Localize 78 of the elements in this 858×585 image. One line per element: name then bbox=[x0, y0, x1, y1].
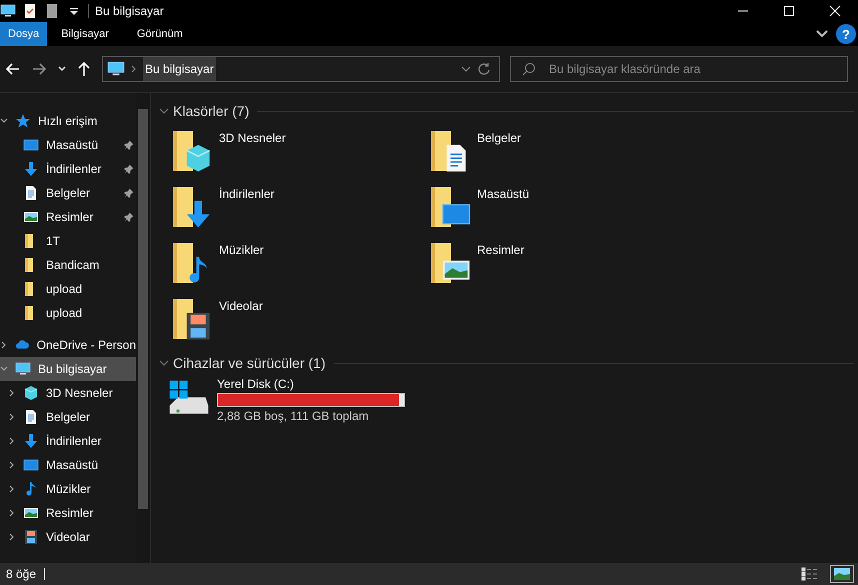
film-icon bbox=[23, 529, 39, 545]
folder-item[interactable]: 3D Nesneler bbox=[169, 127, 427, 183]
search-field[interactable]: Bu bilgisayar klasöründe ara bbox=[510, 56, 848, 82]
chevron-right-icon bbox=[131, 65, 137, 73]
help-button[interactable]: ? bbox=[836, 24, 856, 44]
chevron-icon[interactable] bbox=[8, 509, 16, 517]
drive-item[interactable]: Yerel Disk (C:) 2,88 GB boş, 111 GB toplam bbox=[159, 375, 858, 423]
tree-item[interactable]: Resimler bbox=[0, 205, 136, 229]
computer-icon bbox=[15, 361, 31, 377]
document-icon bbox=[23, 185, 39, 201]
tree-item[interactable]: Masaüstü bbox=[0, 133, 136, 157]
folder-item[interactable]: Müzikler bbox=[169, 239, 427, 295]
chevron-icon[interactable] bbox=[0, 341, 8, 349]
download-arrow-icon bbox=[23, 433, 39, 449]
up-arrow-icon[interactable] bbox=[78, 62, 90, 76]
chevron-icon[interactable] bbox=[8, 389, 16, 397]
chevron-icon[interactable] bbox=[8, 461, 16, 469]
drive-capacity: 2,88 GB boş, 111 GB toplam bbox=[217, 409, 370, 423]
download-arrow-icon bbox=[23, 161, 39, 177]
desktop-icon bbox=[23, 137, 39, 153]
tree-item[interactable]: Videolar bbox=[0, 525, 136, 549]
landscape-picture-icon bbox=[23, 505, 39, 521]
star-icon bbox=[15, 113, 31, 129]
tree-item[interactable]: İndirilenler bbox=[0, 157, 136, 181]
tree-item[interactable]: Masaüstü bbox=[0, 453, 136, 477]
folder-item[interactable]: Videolar bbox=[169, 295, 427, 351]
tree-item[interactable]: Bu bilgisayar bbox=[0, 357, 136, 381]
tree-item[interactable]: 1T bbox=[0, 229, 136, 253]
desktop-icon bbox=[23, 457, 39, 473]
tree-item[interactable]: upload bbox=[0, 301, 136, 325]
group-heading: Cihazlar ve sürücüler (1) bbox=[173, 355, 326, 371]
cube-icon bbox=[23, 385, 39, 401]
tree-item[interactable]: Hızlı erişim bbox=[0, 109, 136, 133]
refresh-icon[interactable] bbox=[477, 62, 491, 76]
drive-name: Yerel Disk (C:) bbox=[217, 377, 295, 391]
pin-icon bbox=[124, 164, 134, 174]
tree-item[interactable]: Resimler bbox=[0, 501, 136, 525]
pin-icon bbox=[124, 140, 134, 150]
tree-item[interactable]: İndirilenler bbox=[0, 429, 136, 453]
chevron-icon[interactable] bbox=[8, 437, 16, 445]
pin-icon bbox=[124, 212, 134, 222]
checklist-icon[interactable] bbox=[22, 3, 38, 19]
forward-arrow-icon[interactable] bbox=[32, 63, 46, 75]
computer-icon[interactable] bbox=[0, 3, 16, 19]
back-arrow-icon[interactable] bbox=[6, 63, 20, 75]
tree-item[interactable]: OneDrive - Person bbox=[0, 333, 136, 357]
chevron-icon[interactable] bbox=[159, 359, 169, 367]
window-title: Bu bilgisayar bbox=[95, 4, 164, 18]
ribbon-tab[interactable]: Bilgisayar bbox=[47, 22, 123, 46]
document-icon bbox=[23, 409, 39, 425]
folder-item[interactable]: Resimler bbox=[427, 239, 685, 295]
tree-item[interactable]: Belgeler bbox=[0, 405, 136, 429]
folder-item[interactable]: Belgeler bbox=[427, 127, 685, 183]
landscape-picture-icon bbox=[23, 209, 39, 225]
chevron-icon[interactable] bbox=[159, 107, 169, 115]
chevron-icon[interactable] bbox=[0, 365, 8, 373]
chevron-icon[interactable] bbox=[8, 485, 16, 493]
breadcrumb[interactable]: Bu bilgisayar bbox=[143, 57, 216, 81]
tree-item[interactable]: Müzikler bbox=[0, 477, 136, 501]
tree-item[interactable]: 3D Nesneler bbox=[0, 381, 136, 405]
folder-item[interactable]: İndirilenler bbox=[169, 183, 427, 239]
ribbon-tab[interactable]: Dosya bbox=[0, 22, 48, 46]
pin-icon bbox=[124, 188, 134, 198]
tree-item[interactable]: upload bbox=[0, 277, 136, 301]
group-heading: Klasörler (7) bbox=[173, 103, 250, 119]
chevron-down-icon[interactable] bbox=[816, 30, 828, 38]
chevron-icon[interactable] bbox=[8, 533, 16, 541]
folder-item[interactable]: Masaüstü bbox=[427, 183, 685, 239]
chevron-icon[interactable] bbox=[8, 413, 16, 421]
chevron-icon[interactable] bbox=[0, 117, 8, 125]
search-icon bbox=[522, 62, 536, 76]
tree-item[interactable]: Bandicam bbox=[0, 253, 136, 277]
tree-item[interactable]: Belgeler bbox=[0, 181, 136, 205]
ribbon-tab[interactable]: Görünüm bbox=[122, 22, 197, 46]
item-count: 8 öğe bbox=[6, 567, 36, 581]
address-field[interactable]: Bu bilgisayar bbox=[102, 56, 500, 82]
computer-icon bbox=[107, 60, 125, 78]
large-icons-view-button[interactable] bbox=[830, 565, 854, 583]
